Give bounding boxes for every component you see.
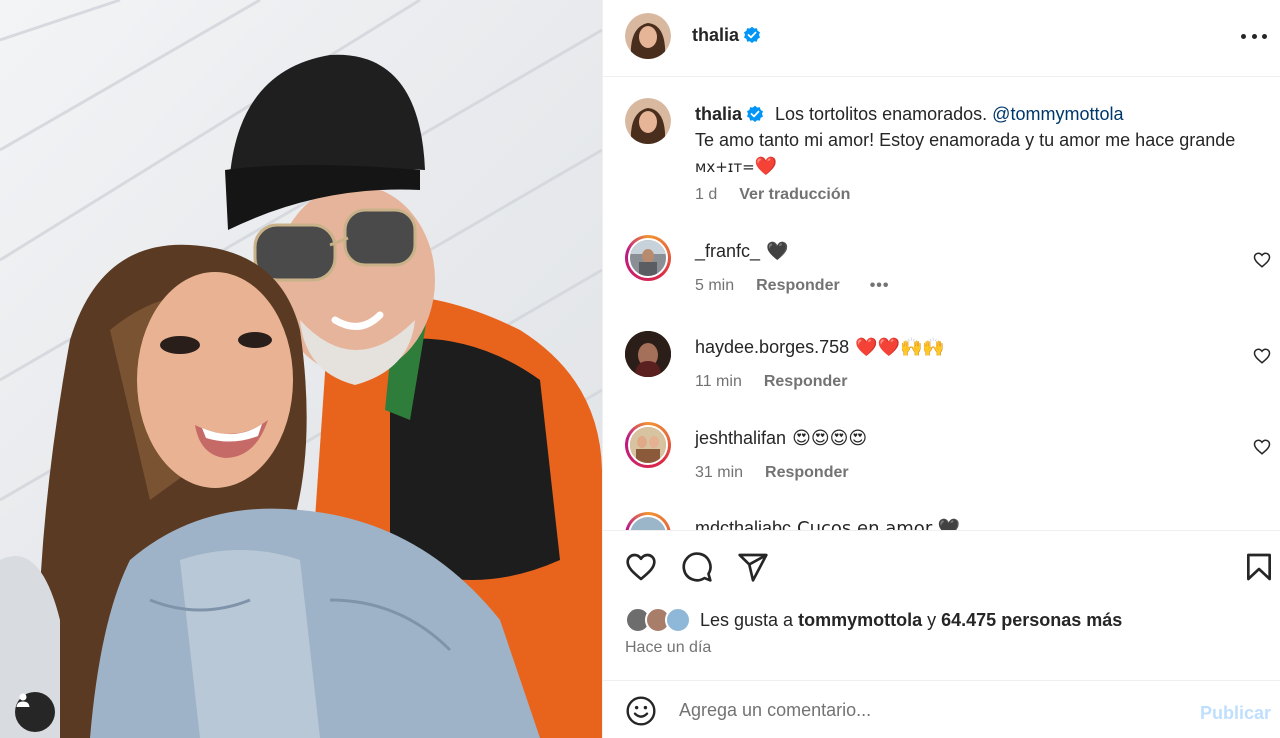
comment-text: jeshthalifan 😍😍😍😍: [695, 428, 867, 449]
post-header: thalia: [603, 0, 1280, 77]
comment-meta: 11 min Responder: [695, 373, 847, 391]
tagged-users-button[interactable]: [15, 692, 55, 732]
bookmark-icon[interactable]: [1243, 551, 1275, 583]
commenter-avatar[interactable]: [625, 422, 671, 468]
likes-text: Les gusta a tommymottola y 64.475 person…: [700, 609, 1123, 630]
smiley-icon[interactable]: [625, 695, 657, 727]
comment-input[interactable]: [679, 695, 1179, 725]
reply-button[interactable]: Responder: [764, 373, 848, 390]
caption-username[interactable]: thalia: [695, 104, 764, 124]
liked-by-avatars: [625, 607, 695, 633]
publish-button[interactable]: Publicar: [1200, 703, 1271, 724]
comment-time: 5 min: [695, 277, 735, 294]
reply-button[interactable]: Responder: [756, 277, 840, 294]
comment-text: haydee.borges.758 ❤️❤️🙌🙌: [695, 337, 945, 358]
comment-item: mdcthaliabc Cucos en amor 🖤: [603, 512, 1280, 530]
more-horizontal-icon: [1241, 33, 1246, 39]
commenter-username[interactable]: _franfc_: [695, 241, 760, 261]
photo-illustration: [0, 0, 602, 738]
caption-mention-link[interactable]: @tommymottola: [992, 104, 1123, 124]
post-actions: Les gusta a tommymottola y 64.475 person…: [603, 530, 1280, 680]
comment-text: mdcthaliabc Cucos en amor 🖤: [695, 518, 960, 530]
comment-like-heart-icon[interactable]: [1253, 438, 1271, 456]
author-avatar[interactable]: [625, 13, 671, 59]
comment-text: _franfc_ 🖤: [695, 241, 788, 262]
comment-meta: 31 min Responder: [695, 464, 849, 482]
comment-bubble-icon[interactable]: [681, 551, 713, 583]
commenter-username[interactable]: haydee.borges.758: [695, 337, 849, 357]
caption-meta: 1 d Ver traducción: [695, 186, 850, 204]
post-timestamp[interactable]: Hace un día: [625, 639, 711, 657]
liker-avatar: [665, 607, 691, 633]
heart-icon[interactable]: [625, 551, 657, 583]
comment-like-heart-icon[interactable]: [1253, 347, 1271, 365]
commenter-username[interactable]: jeshthalifan: [695, 428, 786, 448]
paper-plane-icon[interactable]: [737, 551, 769, 583]
comment-item: haydee.borges.758 ❤️❤️🙌🙌 11 min Responder: [603, 331, 1280, 411]
comment-body: ❤️❤️🙌🙌: [855, 337, 945, 358]
comment-time: 31 min: [695, 464, 744, 481]
comment-item: _franfc_ 🖤 5 min Responder •••: [603, 235, 1280, 315]
likes-count-link[interactable]: 64.475 personas más: [941, 610, 1122, 630]
verified-badge-icon: [744, 26, 761, 43]
reply-button[interactable]: Responder: [765, 464, 849, 481]
comment-item: jeshthalifan 😍😍😍😍 31 min Responder: [603, 422, 1280, 502]
commenter-avatar[interactable]: [625, 512, 671, 530]
comment-meta: 5 min Responder •••: [695, 277, 890, 295]
commenter-avatar[interactable]: [625, 235, 671, 281]
caption-text: thalia Los tortolitos enamorados. @tommy…: [695, 101, 1255, 180]
liker-username-link[interactable]: tommymottola: [798, 610, 922, 630]
caption-body-line2: Te amo tanto mi amor! Estoy enamorada y …: [695, 130, 1236, 150]
commenter-avatar[interactable]: [625, 331, 671, 377]
commenter-username[interactable]: mdcthaliabc: [695, 518, 791, 530]
likes-summary[interactable]: Les gusta a tommymottola y 64.475 person…: [625, 607, 1122, 633]
caption-flags: ᴍx+ɪᴛ=: [695, 158, 755, 176]
post-details-panel: thalia thalia Los tortolitos enamorados.…: [602, 0, 1280, 738]
comment-time: 11 min: [695, 373, 742, 390]
post-photo[interactable]: [0, 0, 602, 738]
verified-badge-icon: [747, 105, 764, 122]
comment-body: 😍😍😍😍: [792, 428, 868, 449]
comments-section[interactable]: thalia Los tortolitos enamorados. @tommy…: [603, 78, 1280, 530]
caption-body: Los tortolitos enamorados.: [775, 104, 988, 124]
more-options-button[interactable]: [1241, 26, 1267, 46]
author-username[interactable]: thalia: [692, 25, 761, 46]
comment-options-button[interactable]: •••: [870, 277, 890, 294]
caption-author-avatar[interactable]: [625, 98, 671, 144]
caption-heart-emoji: ❤️: [754, 156, 778, 177]
person-icon: [16, 693, 30, 707]
comment-body: Cucos en amor 🖤: [797, 518, 961, 530]
caption-age: 1 d: [695, 186, 718, 203]
see-translation-link[interactable]: Ver traducción: [739, 186, 850, 203]
comment-like-heart-icon[interactable]: [1253, 251, 1271, 269]
add-comment-bar: Publicar: [603, 680, 1280, 738]
comment-body: 🖤: [766, 241, 789, 262]
